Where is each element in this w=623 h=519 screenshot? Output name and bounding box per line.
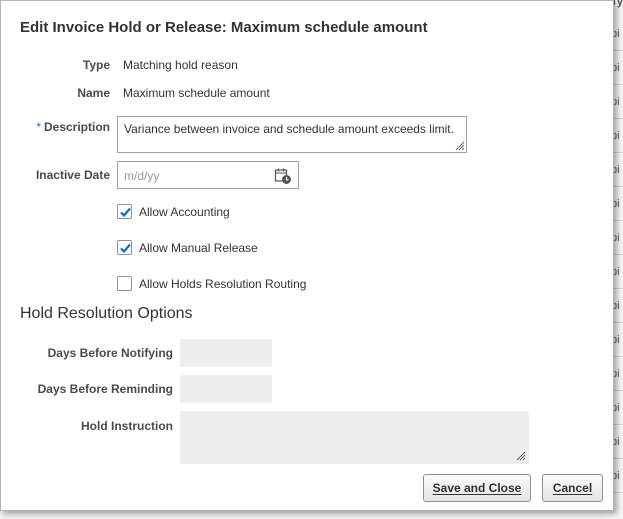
inactive-date-input[interactable]: m/d/yy xyxy=(117,161,299,189)
description-textarea[interactable]: Variance between invoice and schedule am… xyxy=(117,116,467,153)
allow-manual-release-checkbox[interactable] xyxy=(117,240,132,255)
days-before-reminding-label: Days Before Reminding xyxy=(37,382,173,396)
resize-grip-icon[interactable] xyxy=(514,449,526,461)
inactive-date-label: Inactive Date xyxy=(35,168,110,182)
days-before-reminding-field[interactable] xyxy=(180,375,272,403)
description-text: Variance between invoice and schedule am… xyxy=(124,122,454,136)
days-before-notifying-label: Days Before Notifying xyxy=(47,346,173,360)
allow-accounting-label: Allow Accounting xyxy=(139,205,230,219)
allow-manual-release-label: Allow Manual Release xyxy=(139,241,258,255)
save-and-close-button[interactable]: Save and Close xyxy=(423,474,531,502)
type-value: Matching hold reason xyxy=(123,58,238,72)
required-marker: * xyxy=(36,120,41,134)
cancel-button[interactable]: Cancel xyxy=(542,474,603,502)
edit-invoice-hold-dialog: Edit Invoice Hold or Release: Maximum sc… xyxy=(0,0,614,511)
description-label-text: Description xyxy=(43,120,110,134)
resize-grip-icon[interactable] xyxy=(453,139,465,151)
calendar-icon[interactable] xyxy=(274,167,292,185)
name-value: Maximum schedule amount xyxy=(123,86,270,100)
days-before-notifying-field[interactable] xyxy=(180,339,272,367)
checkmark-icon xyxy=(120,207,131,218)
allow-holds-resolution-routing-label: Allow Holds Resolution Routing xyxy=(139,277,307,291)
allow-accounting-checkbox[interactable] xyxy=(117,204,132,219)
type-label: Type xyxy=(82,58,110,72)
hold-instruction-label: Hold Instruction xyxy=(81,419,173,433)
name-label: Name xyxy=(77,86,110,100)
hold-resolution-section-title: Hold Resolution Options xyxy=(20,305,193,322)
hold-instruction-textarea[interactable] xyxy=(180,411,529,464)
dialog-title: Edit Invoice Hold or Release: Maximum sc… xyxy=(20,19,428,36)
allow-holds-resolution-routing-checkbox[interactable] xyxy=(117,276,132,291)
inactive-date-placeholder: m/d/yy xyxy=(124,169,160,183)
checkmark-icon xyxy=(120,243,131,254)
description-label: * Description xyxy=(21,120,110,134)
